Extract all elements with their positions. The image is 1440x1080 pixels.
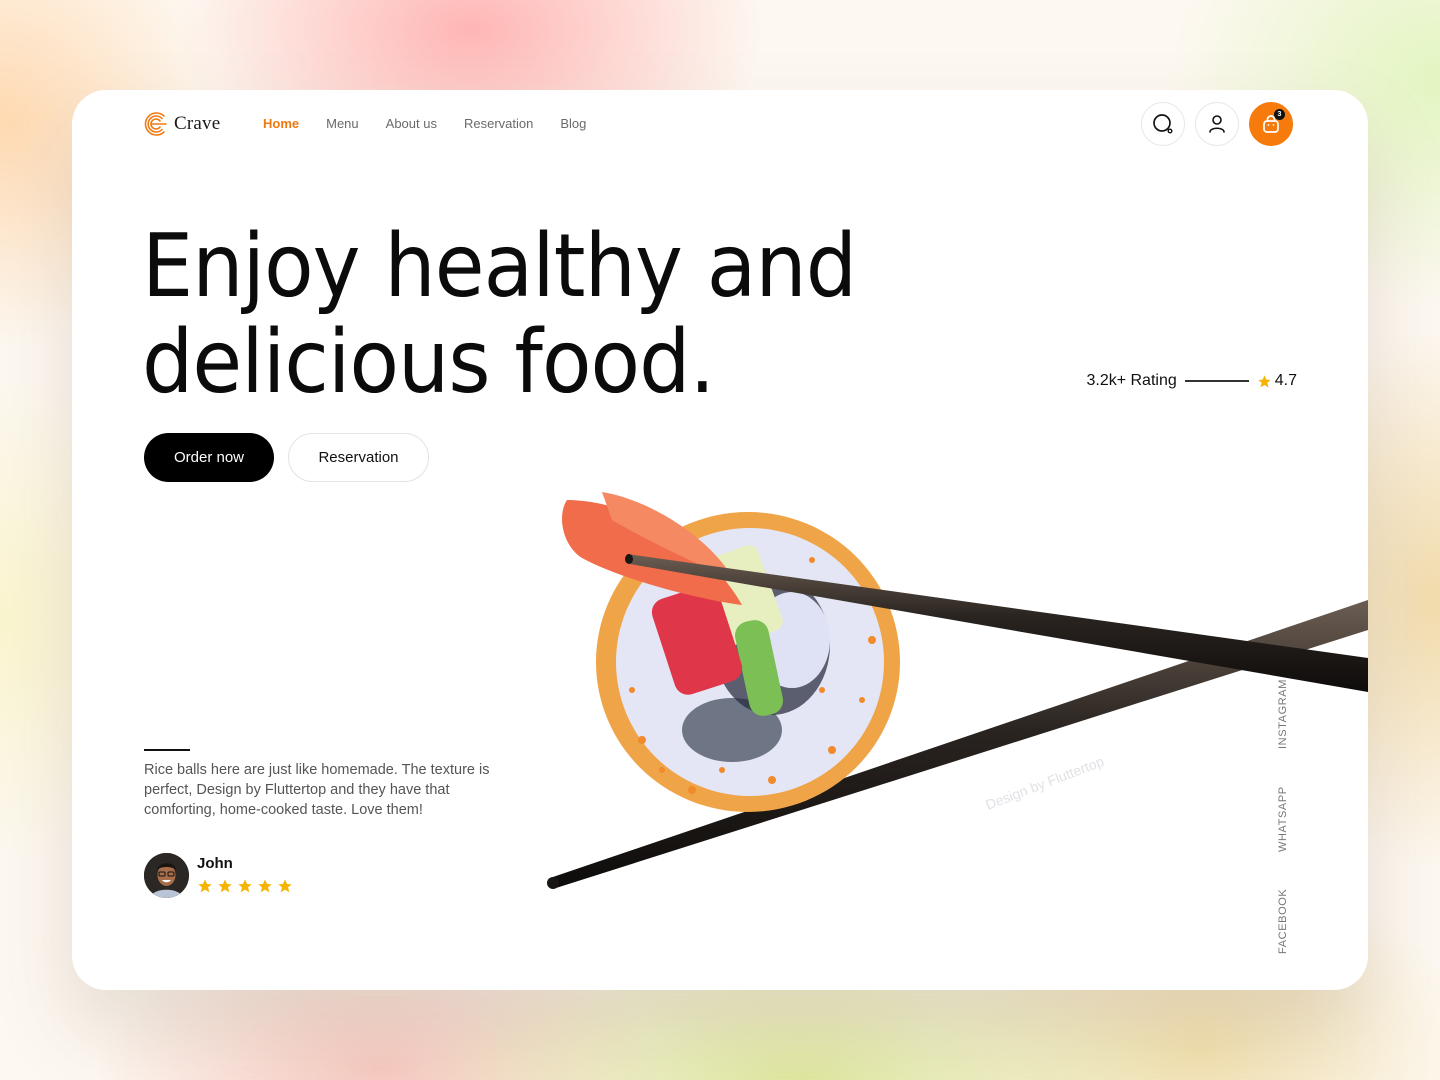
nav-blog[interactable]: Blog [560,116,586,131]
nav-menu[interactable]: Menu [326,116,359,131]
hero-cta-group: Order now Reservation [144,433,429,482]
search-button[interactable] [1141,102,1185,146]
review-stars [197,878,293,894]
hero-headline: Enjoy healthy and delicious food. [142,218,886,410]
main-nav: Home Menu About us Reservation Blog [263,116,586,131]
reviewer-avatar [144,853,189,898]
star-icon [258,879,272,893]
star-icon [278,879,292,893]
reviewer-info: John [197,853,293,894]
reviewer-name: John [197,855,233,872]
brand-name: Crave [174,113,221,134]
social-links: INSTAGRAM WHATSAPP FACEBOOK [1277,665,1297,965]
user-icon [1209,115,1225,133]
landing-card: Crave Home Menu About us Reservation Blo… [72,90,1368,990]
cart-button[interactable]: 3 [1249,102,1293,146]
review-text: Rice balls here are just like homemade. … [144,762,490,818]
star-icon [238,879,252,893]
brand-logo[interactable]: Crave [142,110,220,138]
social-facebook[interactable]: FACEBOOK [1277,889,1289,954]
star-icon [218,879,232,893]
reservation-button[interactable]: Reservation [288,433,429,482]
image-watermark: Design by Fluttertop [983,753,1106,813]
star-icon [198,879,212,893]
sushi-hero-image: Design by Fluttertop [547,492,1368,889]
reviewer: John [144,853,293,898]
order-now-button[interactable]: Order now [144,433,274,482]
social-instagram[interactable]: INSTAGRAM [1277,679,1289,749]
header-actions: 3 [1141,102,1293,146]
nav-reservation[interactable]: Reservation [464,116,533,131]
logo-icon [144,112,167,136]
rating-count: 3.2k+ Rating [1086,372,1177,389]
headline-line-1: Enjoy healthy and [142,215,857,317]
sushi-roll [562,492,900,812]
rating-value: 4.7 [1274,372,1297,389]
social-whatsapp[interactable]: WHATSAPP [1277,786,1289,852]
account-button[interactable] [1195,102,1239,146]
headline-line-2: delicious food. [142,311,715,413]
nav-home[interactable]: Home [263,116,299,131]
rating-divider [1184,380,1249,382]
rating-summary: 3.2k+ Rating 4.7 [1086,372,1297,390]
search-icon [1153,114,1173,134]
cart-count-badge: 3 [1274,109,1285,120]
nav-about-us[interactable]: About us [386,116,437,131]
review-divider [144,749,190,751]
rating-value-group: 4.7 [1257,372,1297,390]
star-icon [1258,374,1271,387]
